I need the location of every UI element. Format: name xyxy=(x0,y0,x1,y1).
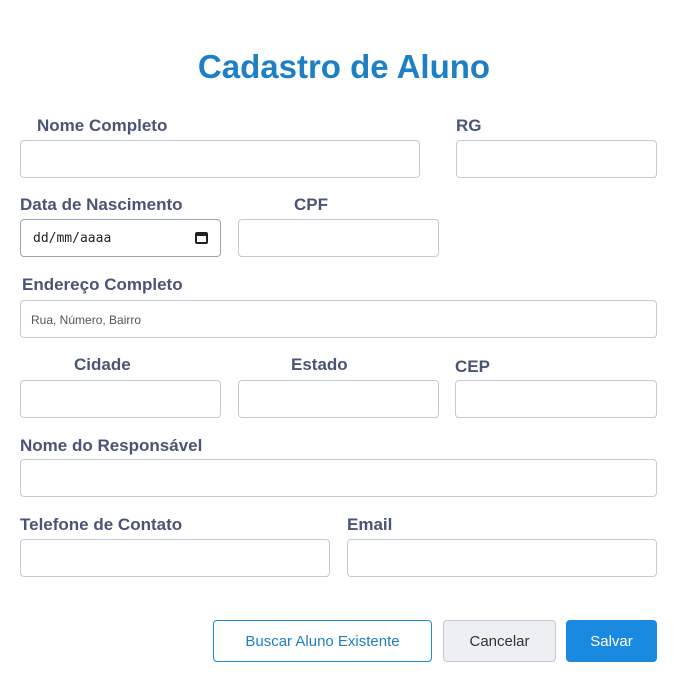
responsavel-input[interactable] xyxy=(20,459,657,497)
label-telefone: Telefone de Contato xyxy=(20,515,183,534)
estado-input[interactable] xyxy=(238,380,439,418)
label-cpf: CPF xyxy=(294,195,328,214)
label-cep: CEP xyxy=(455,357,490,376)
label-rg: RG xyxy=(456,116,482,135)
cidade-input[interactable] xyxy=(20,380,221,418)
page-title: Cadastro de Aluno xyxy=(197,48,491,85)
telefone-input[interactable] xyxy=(20,539,330,577)
label-endereco: Endereço Completo xyxy=(22,275,183,294)
nome-completo-input[interactable] xyxy=(20,140,420,178)
label-data-nascimento: Data de Nascimento xyxy=(20,195,183,214)
calendar-icon[interactable] xyxy=(195,232,208,244)
cpf-input[interactable] xyxy=(238,219,439,257)
cancel-button[interactable]: Cancelar xyxy=(443,620,556,662)
buscar-aluno-button[interactable]: Buscar Aluno Existente xyxy=(213,620,432,662)
label-responsavel: Nome do Responsável xyxy=(20,436,203,455)
label-estado: Estado xyxy=(291,355,348,374)
cep-input[interactable] xyxy=(455,380,657,418)
rg-input[interactable] xyxy=(456,140,657,178)
data-nascimento-input[interactable]: dd/mm/aaaa xyxy=(20,219,221,257)
date-placeholder-text: dd/mm/aaaa xyxy=(33,230,112,246)
label-email: Email xyxy=(347,515,393,534)
email-input[interactable] xyxy=(347,539,657,577)
save-button[interactable]: Salvar xyxy=(566,620,657,662)
endereco-input[interactable] xyxy=(20,300,657,338)
label-nome-completo: Nome Completo xyxy=(37,116,168,135)
label-cidade: Cidade xyxy=(74,355,131,374)
